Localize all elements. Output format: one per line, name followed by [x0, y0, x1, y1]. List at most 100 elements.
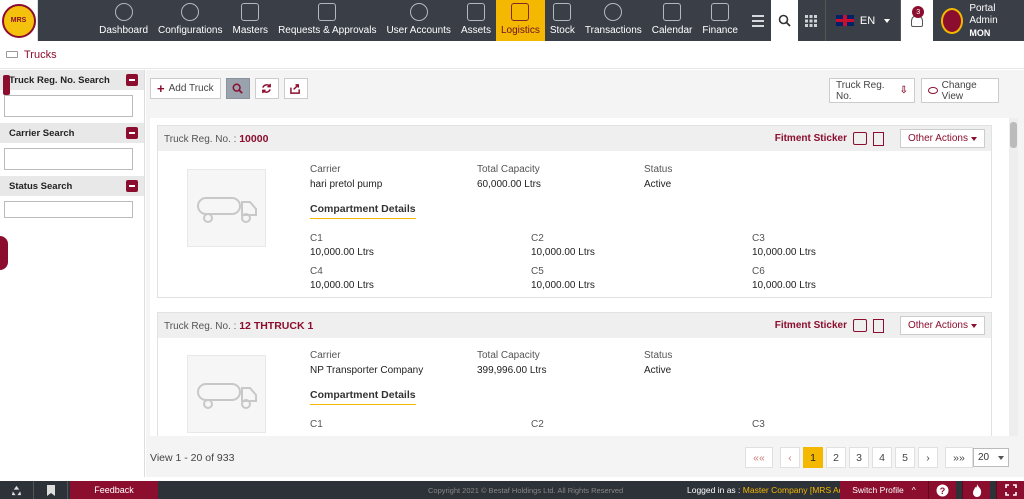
refresh-button[interactable] [254, 78, 279, 99]
page-button-5[interactable]: 5 [895, 447, 915, 468]
switch-profile-button[interactable]: Switch Profile ^ [840, 481, 928, 499]
apps-grid-button[interactable] [798, 0, 825, 41]
chevron-down-icon [971, 136, 977, 141]
search-button[interactable] [770, 0, 798, 41]
help-button[interactable]: ? [928, 481, 956, 499]
sort-button[interactable]: Truck Reg. No. ⇩ [829, 78, 915, 103]
dashboard-icon [114, 3, 133, 21]
company-logo[interactable]: MRS [0, 0, 39, 41]
compartment-name: C3 [752, 233, 765, 244]
document-icon[interactable] [872, 318, 884, 333]
compartment-details-title: Compartment Details [310, 389, 416, 405]
recycle-button[interactable] [0, 481, 34, 499]
nav-user-accounts[interactable]: User Accounts [381, 0, 455, 41]
card-header: Truck Reg. No. : 12 THTRUCK 1 Fitment St… [158, 313, 991, 338]
nav-calendar[interactable]: Calendar [647, 0, 698, 41]
fullscreen-button[interactable] [996, 481, 1024, 499]
add-truck-button[interactable]: + Add Truck [150, 78, 221, 99]
printer-icon[interactable] [852, 132, 867, 145]
carrier-label: Carrier [310, 164, 341, 175]
list-scrollbar[interactable] [1009, 118, 1018, 436]
grid-icon [805, 14, 818, 27]
nav-dashboard[interactable]: Dashboard [94, 0, 153, 41]
notifications-button[interactable]: 3 [901, 0, 934, 41]
language-selector[interactable]: EN [824, 0, 902, 41]
page-button-2[interactable]: 2 [826, 447, 846, 468]
status-label: Status [644, 164, 673, 175]
toolbar: + Add Truck [150, 78, 308, 99]
collapse-icon[interactable] [126, 180, 138, 192]
stock-icon [553, 3, 572, 21]
reg-label: Truck Reg. No. : [164, 133, 237, 145]
svg-text:?: ? [940, 486, 946, 496]
reg-search-header[interactable]: Truck Reg. No. Search [0, 70, 144, 90]
page-button-3[interactable]: 3 [849, 447, 869, 468]
logged-in-info: Logged in as : Master Company [MRS Admin… [687, 485, 860, 495]
truck-icon [6, 51, 18, 58]
nav-requests-approvals[interactable]: Requests & Approvals [273, 0, 381, 41]
first-page-button[interactable]: «« [745, 447, 773, 468]
calendar-icon [663, 3, 682, 21]
page-button-1[interactable]: 1 [803, 447, 823, 468]
nav-masters[interactable]: Masters [228, 0, 274, 41]
scrollbar-thumb[interactable] [1010, 122, 1017, 148]
avatar [941, 7, 964, 34]
printer-icon[interactable] [852, 319, 867, 332]
prev-page-button[interactable]: ‹ [780, 447, 800, 468]
nav-assets[interactable]: Assets [456, 0, 496, 41]
copyright-text: Copyright 2021 © Bestaf Holdings Ltd. Al… [428, 485, 624, 495]
page-button-4[interactable]: 4 [872, 447, 892, 468]
nav-transactions[interactable]: Transactions [580, 0, 647, 41]
status-search-input[interactable] [4, 201, 133, 218]
nav-logistics[interactable]: Logistics [495, 0, 545, 41]
compartment-value: 10,000.00 Ltrs [752, 280, 816, 291]
other-actions-dropdown[interactable]: Other Actions [899, 316, 985, 335]
drag-handle-icon[interactable] [3, 75, 10, 95]
bookmark-button[interactable] [34, 481, 68, 499]
page-buttons: «« ‹ 1 2 3 4 5 › »» [745, 447, 973, 468]
main-nav: Dashboard Configurations Masters Request… [38, 0, 771, 41]
tanker-truck-icon [196, 383, 257, 409]
compartment-value: 10,000.00 Ltrs [310, 280, 374, 291]
status-label: Status [644, 350, 673, 361]
last-page-button[interactable]: »» [945, 447, 973, 468]
finance-icon [711, 3, 730, 21]
carrier-search-header[interactable]: Carrier Search [0, 123, 144, 143]
reg-number[interactable]: 12 THTRUCK 1 [239, 320, 313, 332]
export-button[interactable] [283, 78, 308, 99]
nav-stock[interactable]: Stock [545, 0, 580, 41]
view-count-text: View 1 - 20 of 933 [150, 451, 235, 464]
reg-number[interactable]: 10000 [239, 133, 268, 145]
truck-image [187, 355, 266, 433]
status-search-header[interactable]: Status Search [0, 176, 144, 196]
document-icon[interactable] [872, 131, 884, 146]
main-content: + Add Truck Truck Reg. No. ⇩ Change View T… [146, 70, 1024, 477]
reg-search-input[interactable] [4, 95, 133, 117]
nav-configurations[interactable]: Configurations [153, 0, 227, 41]
truck-list: Truck Reg. No. : 10000 Fitment Sticker O… [150, 118, 1009, 436]
compartment-details-title: Compartment Details [310, 203, 416, 219]
fire-button[interactable] [962, 481, 990, 499]
panel-toggle-tab[interactable] [0, 236, 8, 270]
nav-finance[interactable]: Finance [697, 0, 743, 41]
eye-icon [928, 87, 938, 94]
compartment-name: C3 [752, 419, 765, 430]
request-icon [318, 3, 337, 21]
next-page-button[interactable]: › [918, 447, 938, 468]
bookmark-icon [46, 484, 55, 496]
page-size-select[interactable]: 20 [973, 448, 1009, 467]
user-code: MON [969, 27, 991, 38]
compartment-value: 10,000.00 Ltrs [531, 247, 595, 258]
help-icon: ? [936, 484, 949, 496]
carrier-search-input[interactable] [4, 148, 133, 170]
capacity-value: 399,996.00 Ltrs [477, 365, 547, 376]
search-toggle-button[interactable] [225, 78, 250, 99]
collapse-icon[interactable] [126, 74, 138, 86]
feedback-button[interactable]: Feedback [70, 481, 158, 499]
other-actions-dropdown[interactable]: Other Actions [899, 129, 985, 148]
view-controls: Truck Reg. No. ⇩ Change View [829, 78, 999, 103]
collapse-icon[interactable] [126, 127, 138, 139]
change-view-button[interactable]: Change View [921, 78, 999, 103]
user-menu[interactable]: Portal Admin MON [933, 0, 1024, 41]
menu-icon[interactable] [745, 0, 771, 41]
